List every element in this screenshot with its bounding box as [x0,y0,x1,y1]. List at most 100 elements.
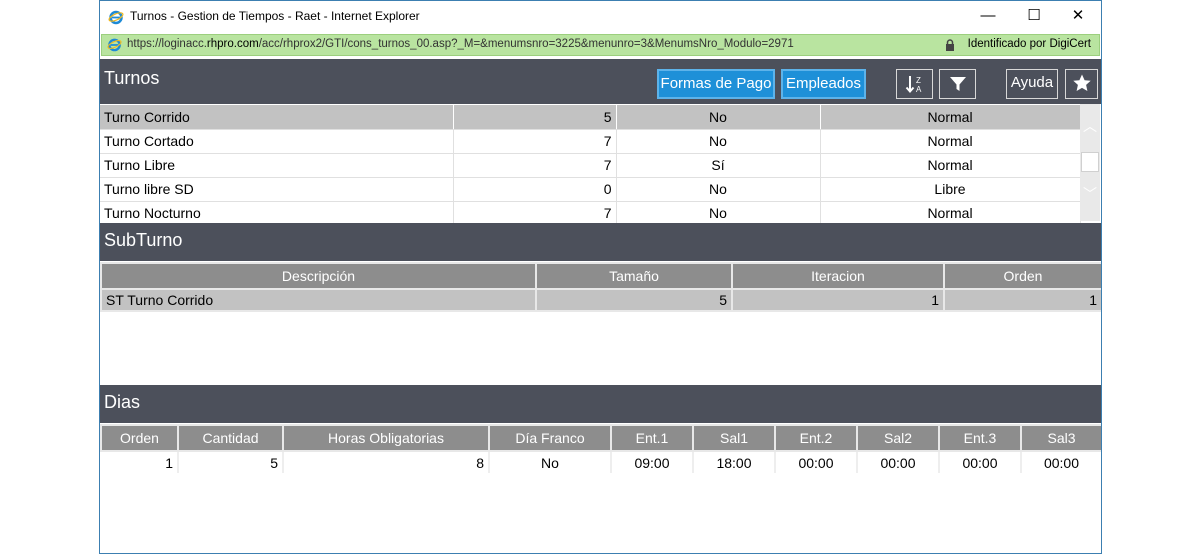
formas-de-pago-button[interactable]: Formas de Pago [657,69,775,99]
turno-type-cell: Normal [820,201,1081,226]
dias-title: Dias [104,392,141,412]
table-row[interactable]: Turno libre SD 0 No Libre [100,177,1081,202]
table-row[interactable]: 1 5 8 No 09:00 18:00 00:00 00:00 00:00 00:00 [101,451,1101,473]
url-text[interactable]: https://loginacc.rhpro.com/acc/rhprox2/G… [127,38,794,50]
orden-cell: 1 [943,289,1101,312]
turno-name-cell: Turno libre SD [100,177,454,202]
sal2-cell: 00:00 [857,451,940,473]
turno-name-cell: Turno Corrido [100,105,454,130]
turno-name-cell: Turno Nocturno [100,201,454,226]
turno-size-cell: 7 [453,129,617,154]
turno-type-cell: Normal [820,105,1081,130]
browser-window: Turnos - Gestion de Tiempos - Raet - Int… [99,0,1102,554]
franco-cell: No [489,451,612,473]
scroll-up-icon[interactable]: ︿ [1080,116,1100,136]
column-header[interactable]: Ent.1 [610,424,694,452]
turno-flag-cell: No [616,177,821,202]
internet-explorer-icon [107,38,122,52]
turnos-header: Turnos Formas de Pago Empleados Z A Ayud… [100,59,1101,104]
address-bar[interactable]: https://loginacc.rhpro.com/acc/rhprox2/G… [101,34,1100,56]
dias-header: Dias [100,385,1101,423]
cantidad-cell: 5 [178,451,284,473]
turno-flag-cell: Sí [616,153,821,178]
star-icon [1072,74,1091,91]
column-header[interactable]: Ent.2 [774,424,858,452]
turno-flag-cell: No [616,201,821,226]
certificate-label[interactable]: Identificado por DigiCert [968,38,1091,50]
turno-type-cell: Normal [820,153,1081,178]
ayuda-button[interactable]: Ayuda [1006,69,1058,99]
subturno-table: Descripción Tamaño Iteracion Orden ST Turno… [100,262,1101,312]
internet-explorer-icon [108,10,124,25]
table-row[interactable]: Turno Nocturno 7 No Normal [100,201,1081,226]
orden-cell: 1 [101,451,179,473]
turno-name-cell: Turno Libre [100,153,454,178]
turno-type-cell: Normal [820,129,1081,154]
turno-size-cell: 7 [453,153,617,178]
ent1-cell: 09:00 [611,451,694,473]
window-title: Turnos - Gestion de Tiempos - Raet - Int… [130,9,420,23]
turno-size-cell: 0 [453,177,617,202]
url-path: /acc/rhprox2/GTI/cons_turnos_00.asp?_M=&… [258,38,794,50]
close-icon: ✕ [1071,7,1085,24]
svg-text:Z: Z [916,76,921,85]
tamano-cell: 5 [535,289,733,312]
column-header[interactable]: Día Franco [488,424,612,452]
column-header[interactable]: Sal3 [1020,424,1101,452]
ent2-cell: 00:00 [775,451,858,473]
subturno-title: SubTurno [104,230,183,250]
turno-flag-cell: No [616,105,821,130]
sal3-cell: 00:00 [1021,451,1101,473]
dias-header-row: Orden Cantidad Horas Obligatorias Día Franc… [100,424,1101,452]
favorite-button[interactable] [1065,69,1098,99]
column-header[interactable]: Orden [943,262,1101,290]
table-row[interactable]: Turno Cortado 7 No Normal [100,129,1081,154]
url-prefix: https://loginacc. [127,38,207,50]
title-bar: Turnos - Gestion de Tiempos - Raet - Int… [100,1,1101,33]
turnos-table: Turno Corrido 5 No Normal Turno Cortado 7 No No… [100,105,1081,226]
column-header[interactable]: Orden [100,424,179,452]
turnos-scrollbar[interactable]: ︿ ﹀ [1080,104,1100,221]
scrollbar-thumb[interactable] [1081,152,1099,172]
column-header[interactable]: Horas Obligatorias [282,424,490,452]
column-header[interactable]: Sal2 [856,424,940,452]
subturno-header-row: Descripción Tamaño Iteracion Orden [100,262,1101,290]
url-domain: rhpro.com [206,38,259,50]
ent3-cell: 00:00 [939,451,1022,473]
maximize-icon: ☐ [1027,7,1041,24]
svg-text:A: A [916,85,922,94]
filter-button[interactable] [939,69,976,99]
page-content: Turnos Formas de Pago Empleados Z A Ayud… [100,57,1101,553]
column-header[interactable]: Tamaño [535,262,733,290]
table-row[interactable]: Turno Libre 7 Sí Normal [100,153,1081,178]
column-header[interactable]: Sal1 [692,424,776,452]
maximize-button[interactable]: ☐ [1011,1,1057,33]
empleados-button[interactable]: Empleados [781,69,866,99]
sal1-cell: 18:00 [693,451,776,473]
column-header[interactable]: Descripción [100,262,537,290]
filter-icon [949,77,966,91]
table-row[interactable]: Turno Corrido 5 No Normal [100,105,1081,130]
column-header[interactable]: Cantidad [177,424,284,452]
scroll-down-icon[interactable]: ﹀ [1080,184,1100,204]
sort-az-icon: Z A [905,76,922,94]
column-header[interactable]: Iteracion [731,262,945,290]
turno-type-cell: Libre [820,177,1081,202]
column-header[interactable]: Ent.3 [938,424,1022,452]
iteracion-cell: 1 [731,289,945,312]
turno-flag-cell: No [616,129,821,154]
minimize-button[interactable]: — [965,1,1011,33]
turno-name-cell: Turno Cortado [100,129,454,154]
close-button[interactable]: ✕ [1055,1,1101,33]
lock-icon[interactable] [945,39,955,51]
horas-cell: 8 [283,451,490,473]
descripcion-cell: ST Turno Corrido [100,289,537,312]
turnos-title: Turnos [104,68,160,88]
table-row[interactable]: ST Turno Corrido 5 1 1 [100,289,1101,312]
turno-size-cell: 7 [453,201,617,226]
subturno-header: SubTurno [100,223,1101,261]
sort-button[interactable]: Z A [896,69,933,99]
dias-table: Orden Cantidad Horas Obligatorias Día Franc… [100,424,1101,473]
minimize-icon: — [980,7,996,24]
turno-size-cell: 5 [453,105,617,130]
